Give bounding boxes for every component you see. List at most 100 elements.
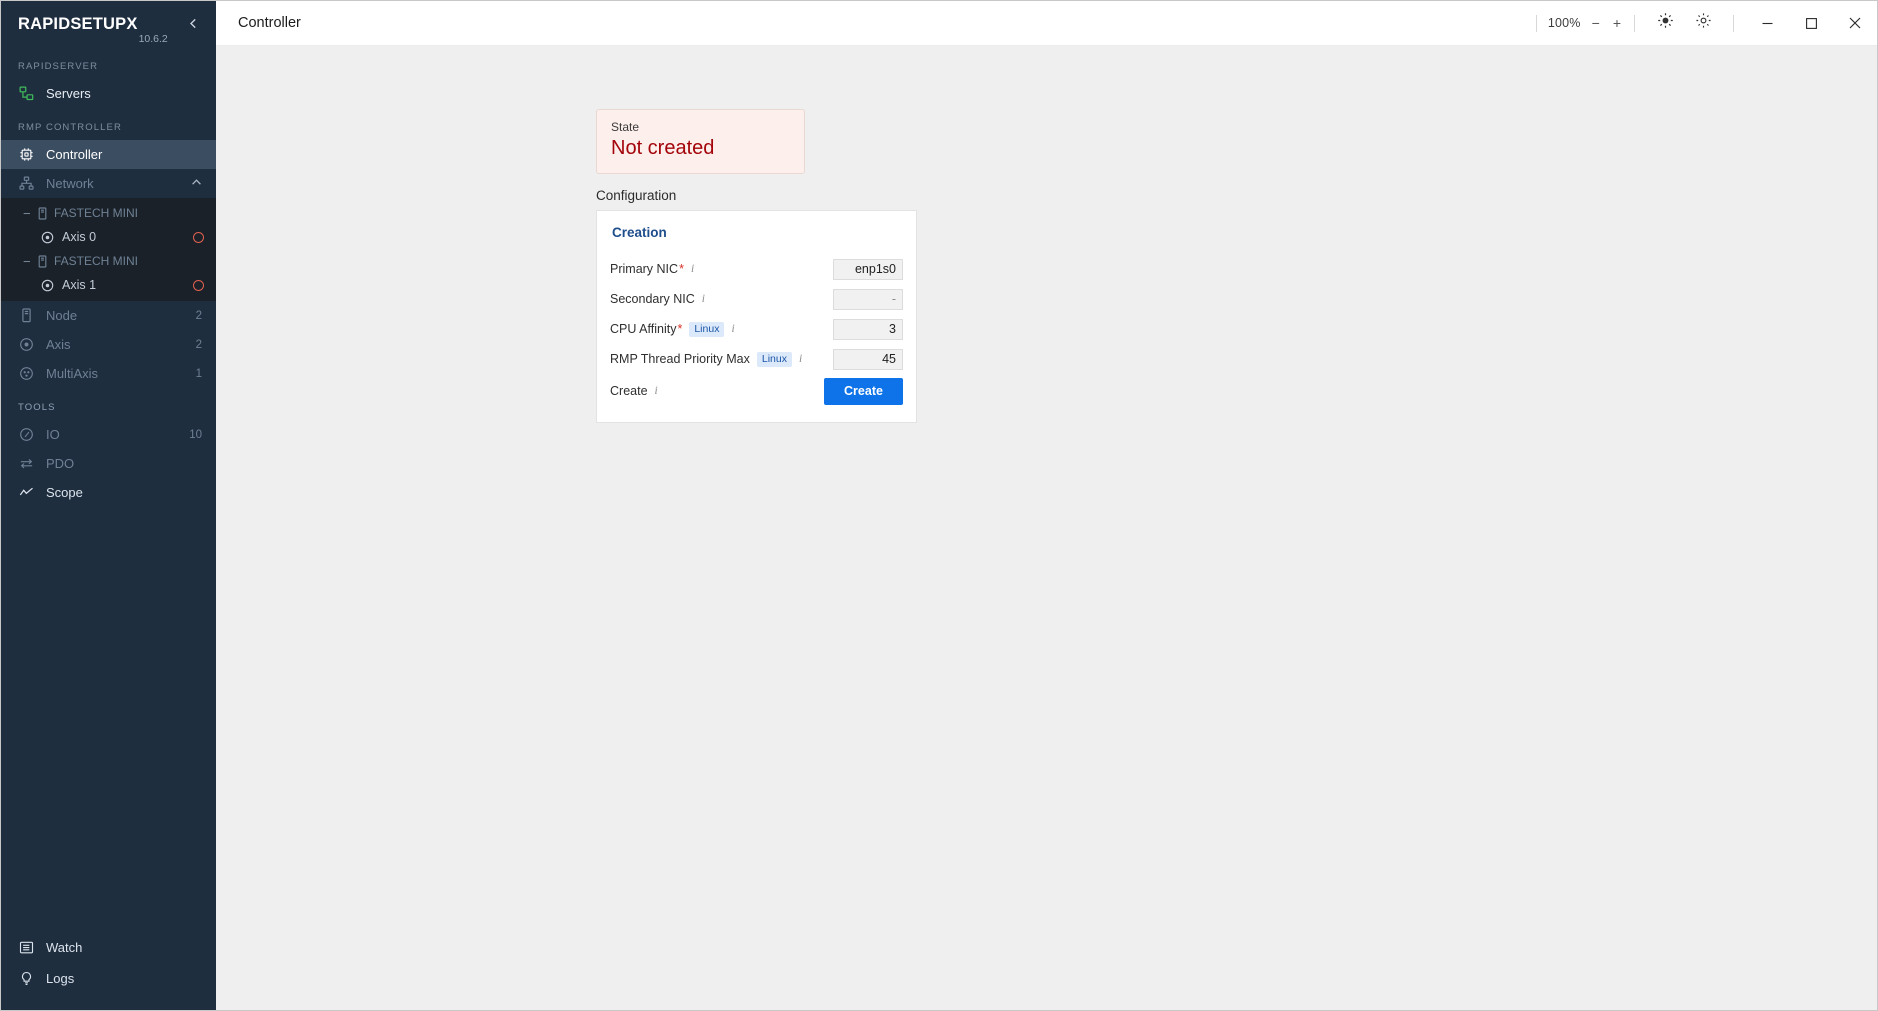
sidebar-item-network[interactable]: Network	[1, 169, 216, 198]
zoom-in-button[interactable]: +	[1611, 14, 1623, 32]
state-value: Not created	[611, 137, 715, 159]
settings-button[interactable]	[1684, 1, 1722, 46]
titlebar-controls: 100% − +	[1525, 1, 1877, 45]
form-row-secondary-nic: Secondary NIC i -	[610, 284, 903, 314]
primary-nic-input[interactable]: enp1s0	[833, 258, 903, 280]
sidebar-item-label: Controller	[46, 147, 103, 162]
info-icon[interactable]: i	[799, 353, 802, 365]
sidebar-item-label: Servers	[46, 86, 91, 101]
chevron-up-icon[interactable]	[191, 177, 202, 191]
tree-leaf-label: Axis 0	[62, 230, 97, 244]
form-row-create: Create i Create	[610, 374, 903, 408]
sidebar-item-label: Axis	[46, 337, 71, 352]
section-label-rapidserver: RAPIDSERVER	[18, 61, 99, 72]
zoom-out-button[interactable]: −	[1590, 14, 1602, 32]
status-ring-red-icon	[193, 279, 204, 291]
field-label: Create i	[610, 384, 658, 398]
divider	[1733, 14, 1734, 32]
sidebar-item-label: IO	[46, 427, 60, 442]
network-icon	[18, 175, 35, 192]
sidebar-brand: RAPIDSETUPX 10.6.2	[1, 1, 216, 47]
gear-icon	[1695, 12, 1712, 34]
sidebar-item-pdo[interactable]: PDO	[1, 449, 216, 478]
divider	[1634, 14, 1635, 32]
field-label-text: CPU Affinity	[610, 322, 677, 336]
maximize-button[interactable]	[1789, 1, 1833, 46]
tree-leaf-axis-0[interactable]: Axis 0	[1, 225, 216, 249]
minimize-button[interactable]	[1745, 1, 1789, 46]
servers-icon	[18, 85, 35, 102]
status-ring-red-icon	[193, 231, 204, 243]
close-button[interactable]	[1833, 1, 1877, 46]
section-label-tools: TOOLS	[18, 402, 56, 413]
sidebar-item-badge: 10	[189, 428, 202, 441]
rmp-thread-priority-max-input[interactable]: 45	[833, 348, 903, 370]
multiaxis-icon	[18, 365, 35, 382]
sidebar-item-io[interactable]: IO 10	[1, 420, 216, 449]
sun-icon	[1657, 12, 1674, 34]
tree-node-label: FASTECH MINI	[54, 206, 139, 220]
sidebar-item-label: PDO	[46, 456, 75, 471]
tree-node-device[interactable]: − FASTECH MINI	[1, 201, 216, 225]
tree-node-device[interactable]: − FASTECH MINI	[1, 249, 216, 273]
info-icon[interactable]: i	[691, 263, 694, 275]
zoom-control: 100% − +	[1548, 14, 1623, 32]
state-label: State	[611, 120, 640, 134]
secondary-nic-input[interactable]: -	[833, 288, 903, 310]
device-icon	[37, 206, 48, 220]
sidebar-item-label: Watch	[46, 940, 83, 955]
info-icon[interactable]: i	[731, 323, 734, 335]
field-label-text: Create	[610, 384, 648, 398]
sidebar-item-watch[interactable]: Watch	[1, 932, 216, 963]
info-icon[interactable]: i	[702, 293, 705, 305]
sidebar-item-scope[interactable]: Scope	[1, 478, 216, 507]
field-label-text: Secondary NIC	[610, 292, 695, 306]
creation-panel: Creation Primary NIC * i enp1s0 Secondary…	[596, 210, 917, 423]
pdo-icon	[18, 455, 35, 472]
sidebar-bottom-nav: Watch Logs	[1, 932, 216, 1010]
brand-name: RAPIDSETUPX	[18, 14, 138, 33]
sidebar: RAPIDSETUPX 10.6.2 RAPIDSERVER Servers R…	[1, 1, 216, 1010]
sidebar-item-axis[interactable]: Axis 2	[1, 330, 216, 359]
chevron-left-icon[interactable]	[185, 13, 202, 36]
sidebar-item-multiaxis[interactable]: MultiAxis 1	[1, 359, 216, 388]
sidebar-item-servers[interactable]: Servers	[1, 79, 216, 108]
tree-leaf-axis-1[interactable]: Axis 1	[1, 273, 216, 297]
watch-icon	[18, 939, 35, 956]
minus-icon[interactable]: −	[23, 254, 35, 269]
titlebar: Controller 100% − +	[216, 1, 1877, 46]
info-icon[interactable]: i	[655, 385, 658, 397]
form-row-rmp-thread-priority-max: RMP Thread Priority Max Linux i 45	[610, 344, 903, 374]
sidebar-item-logs[interactable]: Logs	[1, 963, 216, 994]
os-badge: Linux	[756, 351, 792, 367]
create-button[interactable]: Create	[824, 377, 903, 405]
os-badge: Linux	[689, 321, 725, 337]
page-title: Controller	[238, 15, 301, 31]
field-label-text: Primary NIC	[610, 262, 679, 276]
chip-icon	[18, 146, 35, 163]
scope-icon	[18, 484, 35, 501]
sidebar-item-label: Node	[46, 308, 78, 323]
brand-version: 10.6.2	[138, 33, 168, 45]
cpu-affinity-input[interactable]: 3	[833, 318, 903, 340]
field-label: RMP Thread Priority Max Linux i	[610, 351, 802, 367]
sidebar-item-controller[interactable]: Controller	[1, 140, 216, 169]
axis-icon	[41, 231, 54, 244]
state-card: State Not created	[596, 109, 805, 174]
divider	[1535, 14, 1537, 32]
sidebar-item-badge: 2	[195, 309, 202, 322]
io-icon	[18, 426, 35, 443]
field-label-text: RMP Thread Priority Max	[610, 352, 750, 366]
theme-toggle-button[interactable]	[1646, 1, 1684, 46]
axis-icon	[41, 279, 54, 292]
minus-icon[interactable]: −	[23, 206, 35, 221]
field-label: Secondary NIC i	[610, 292, 705, 306]
sidebar-item-label: Scope	[46, 485, 83, 500]
content-area: State Not created Configuration Creation…	[216, 46, 1877, 1010]
panel-title: Creation	[612, 225, 667, 240]
network-tree: − FASTECH MINI Axis 0 − FASTECH MINI Axi…	[1, 198, 216, 301]
zoom-percent: 100%	[1547, 16, 1581, 30]
required-marker: *	[679, 262, 684, 276]
sidebar-item-node[interactable]: Node 2	[1, 301, 216, 330]
device-icon	[37, 254, 48, 268]
